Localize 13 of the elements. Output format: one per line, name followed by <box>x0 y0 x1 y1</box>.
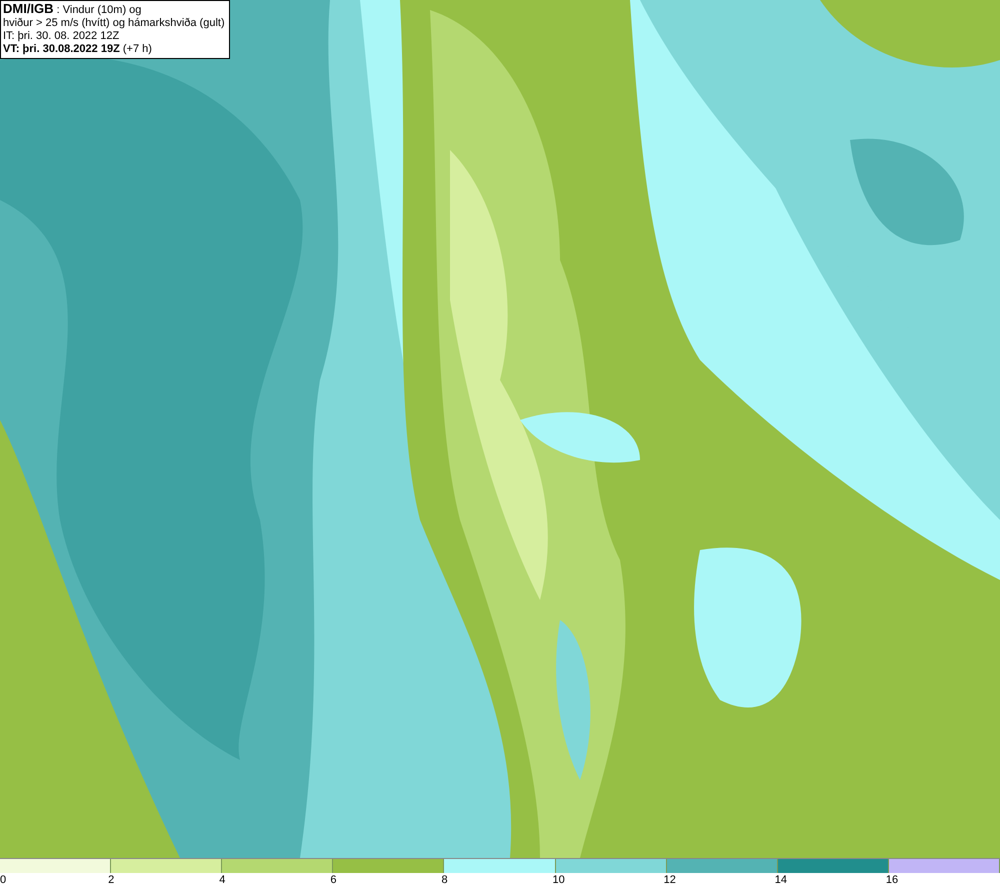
legend-label: 14 <box>774 873 788 887</box>
caption-line: IT: þri. 30. 08. 2022 12Z <box>3 30 120 43</box>
caption-line: DMI/IGB : Vindur (10m) og <box>3 2 142 17</box>
legend-label: 4 <box>219 873 226 887</box>
legend-label: 0 <box>0 873 6 887</box>
caption-line: hviður > 25 m/s (hvítt) og hámarkshviða (gult) <box>3 17 225 30</box>
legend-label: 2 <box>108 873 114 887</box>
caption-line: VT: þri. 30.08.2022 19Z (+7 h) <box>3 43 153 56</box>
legend-label: 12 <box>664 873 676 887</box>
legend-label: 8 <box>441 873 448 887</box>
legend-label: 6 <box>330 873 336 887</box>
legend-label: 10 <box>552 873 565 887</box>
legend-label: 16 <box>886 873 898 887</box>
